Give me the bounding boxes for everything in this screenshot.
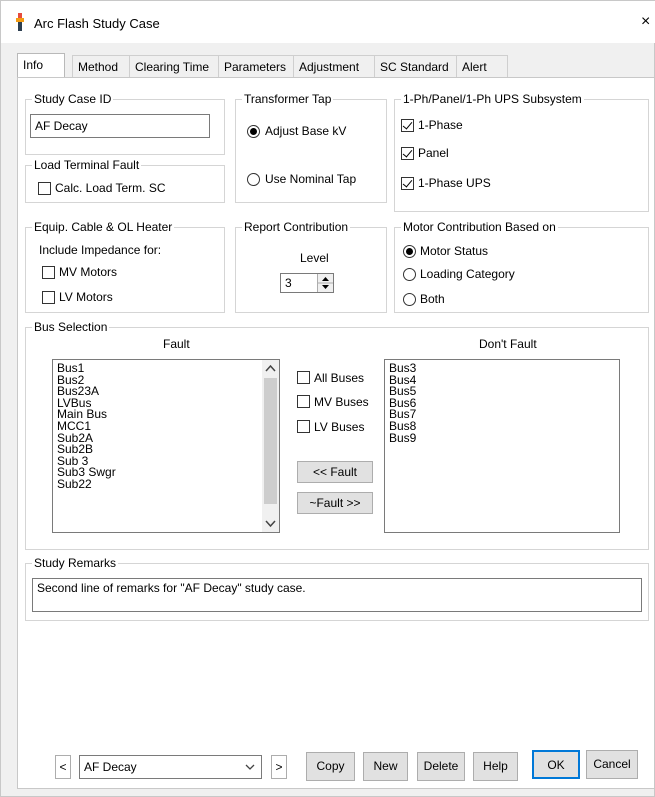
transformer-tap-label: Transformer Tap xyxy=(242,92,334,106)
scroll-down-icon[interactable] xyxy=(265,520,276,528)
etap-app-icon xyxy=(16,13,24,31)
list-item[interactable]: Bus9 xyxy=(385,432,416,445)
load-terminal-fault-group: Load Terminal Fault Calc. Load Term. SC xyxy=(25,158,225,203)
move-to-dont-fault-button[interactable]: ~Fault >> xyxy=(297,492,373,514)
mv-buses-checkbox[interactable] xyxy=(297,395,310,408)
arc-flash-dialog: Arc Flash Study Case × Info Method Clear… xyxy=(0,0,655,797)
help-button[interactable]: Help xyxy=(473,752,518,781)
prev-case-button[interactable]: < xyxy=(55,755,71,779)
include-impedance-label: Include Impedance for: xyxy=(39,243,162,257)
lv-motors-label: LV Motors xyxy=(59,290,113,304)
equip-cable-group: Equip. Cable & OL Heater Include Impedan… xyxy=(25,220,225,313)
loading-category-label: Loading Category xyxy=(420,267,515,281)
use-nominal-tap-radio[interactable] xyxy=(247,173,260,186)
new-button[interactable]: New xyxy=(363,752,408,781)
dont-fault-list[interactable]: Bus3 Bus4 Bus5 Bus6 Bus7 Bus8 Bus9 xyxy=(384,359,620,533)
subsystem-group: 1-Ph/Panel/1-Ph UPS Subsystem 1-Phase Pa… xyxy=(394,92,649,212)
panel-checkbox[interactable] xyxy=(401,147,414,160)
mv-buses-label: MV Buses xyxy=(314,395,369,409)
list-item[interactable]: Bus1 xyxy=(53,362,265,375)
loading-category-radio[interactable] xyxy=(403,268,416,281)
level-stepper[interactable]: 3 xyxy=(280,273,334,293)
fault-items: Bus1 Bus2 Bus23A LVBus Main Bus MCC1 Sub… xyxy=(53,362,265,491)
info-panel: Study Case ID AF Decay Load Terminal Fau… xyxy=(17,77,655,789)
tab-info[interactable]: Info xyxy=(17,53,65,78)
tab-clearing-time[interactable]: Clearing Time xyxy=(129,55,219,77)
scroll-up-icon[interactable] xyxy=(265,364,276,372)
study-case-id-input[interactable]: AF Decay xyxy=(30,114,210,138)
mv-motors-label: MV Motors xyxy=(59,265,118,279)
both-label: Both xyxy=(420,292,445,306)
dont-fault-header: Don't Fault xyxy=(479,337,537,351)
study-case-select-value: AF Decay xyxy=(84,760,137,774)
equip-cable-label: Equip. Cable & OL Heater xyxy=(32,220,175,234)
adjust-base-kv-label: Adjust Base kV xyxy=(265,124,347,138)
use-nominal-tap-label: Use Nominal Tap xyxy=(265,172,357,186)
study-case-id-group: Study Case ID AF Decay xyxy=(25,92,225,155)
all-buses-label: All Buses xyxy=(314,371,365,385)
study-remarks-label: Study Remarks xyxy=(32,556,119,570)
motor-contribution-group: Motor Contribution Based on Motor Status… xyxy=(394,220,649,313)
panel-label: Panel xyxy=(418,146,449,160)
delete-button[interactable]: Delete xyxy=(417,752,465,781)
lv-motors-checkbox[interactable] xyxy=(42,291,55,304)
both-radio[interactable] xyxy=(403,293,416,306)
transformer-tap-group: Transformer Tap Adjust Base kV Use Nomin… xyxy=(235,92,387,203)
fault-list-scrollbar[interactable] xyxy=(262,360,279,532)
tab-method[interactable]: Method xyxy=(72,55,130,77)
calc-load-term-checkbox[interactable] xyxy=(38,182,51,195)
bus-selection-group: Bus Selection Fault Don't Fault Bus1 Bus… xyxy=(25,320,649,550)
tab-alert[interactable]: Alert xyxy=(456,55,508,77)
load-terminal-fault-label: Load Terminal Fault xyxy=(32,158,142,172)
study-case-select[interactable]: AF Decay xyxy=(79,755,262,779)
one-phase-ups-label: 1-Phase UPS xyxy=(418,176,491,190)
level-value: 3 xyxy=(285,276,292,290)
all-buses-checkbox[interactable] xyxy=(297,371,310,384)
title-bar: Arc Flash Study Case × xyxy=(1,1,655,43)
adjust-base-kv-radio[interactable] xyxy=(247,125,260,138)
report-contribution-label: Report Contribution xyxy=(242,220,351,234)
motor-status-label: Motor Status xyxy=(420,244,489,258)
level-label: Level xyxy=(300,251,329,265)
one-phase-ups-checkbox[interactable] xyxy=(401,177,414,190)
calc-load-term-label: Calc. Load Term. SC xyxy=(55,181,166,195)
subsystem-label: 1-Ph/Panel/1-Ph UPS Subsystem xyxy=(401,92,584,106)
one-phase-checkbox[interactable] xyxy=(401,119,414,132)
window-title: Arc Flash Study Case xyxy=(34,16,160,31)
fault-list[interactable]: Bus1 Bus2 Bus23A LVBus Main Bus MCC1 Sub… xyxy=(52,359,280,533)
spin-arrows-icon xyxy=(318,277,333,289)
tab-sc-standard[interactable]: SC Standard xyxy=(374,55,457,77)
close-icon[interactable]: × xyxy=(641,13,650,31)
tab-adjustment[interactable]: Adjustment xyxy=(293,55,375,77)
level-spin-buttons[interactable] xyxy=(317,274,333,292)
bus-selection-label: Bus Selection xyxy=(32,320,110,334)
dont-fault-items: Bus3 Bus4 Bus5 Bus6 Bus7 Bus8 Bus9 xyxy=(385,362,416,445)
ok-button[interactable]: OK xyxy=(532,750,580,779)
next-case-button[interactable]: > xyxy=(271,755,287,779)
fault-header: Fault xyxy=(163,337,190,351)
move-to-fault-button[interactable]: << Fault xyxy=(297,461,373,483)
mv-motors-checkbox[interactable] xyxy=(42,266,55,279)
lv-buses-checkbox[interactable] xyxy=(297,420,310,433)
motor-status-radio[interactable] xyxy=(403,245,416,258)
cancel-button[interactable]: Cancel xyxy=(586,750,638,779)
motor-contribution-label: Motor Contribution Based on xyxy=(401,220,558,234)
study-case-id-label: Study Case ID xyxy=(32,92,114,106)
lv-buses-label: LV Buses xyxy=(314,420,365,434)
one-phase-label: 1-Phase xyxy=(418,118,463,132)
tab-parameters[interactable]: Parameters xyxy=(218,55,294,77)
copy-button[interactable]: Copy xyxy=(306,752,355,781)
list-item[interactable]: Sub22 xyxy=(53,478,265,491)
report-contribution-group: Report Contribution Level 3 xyxy=(235,220,387,313)
chevron-down-icon xyxy=(245,764,255,770)
study-remarks-group: Study Remarks Second line of remarks for… xyxy=(25,556,649,621)
scroll-thumb[interactable] xyxy=(264,378,277,504)
study-remarks-input[interactable]: Second line of remarks for "AF Decay" st… xyxy=(32,578,642,612)
